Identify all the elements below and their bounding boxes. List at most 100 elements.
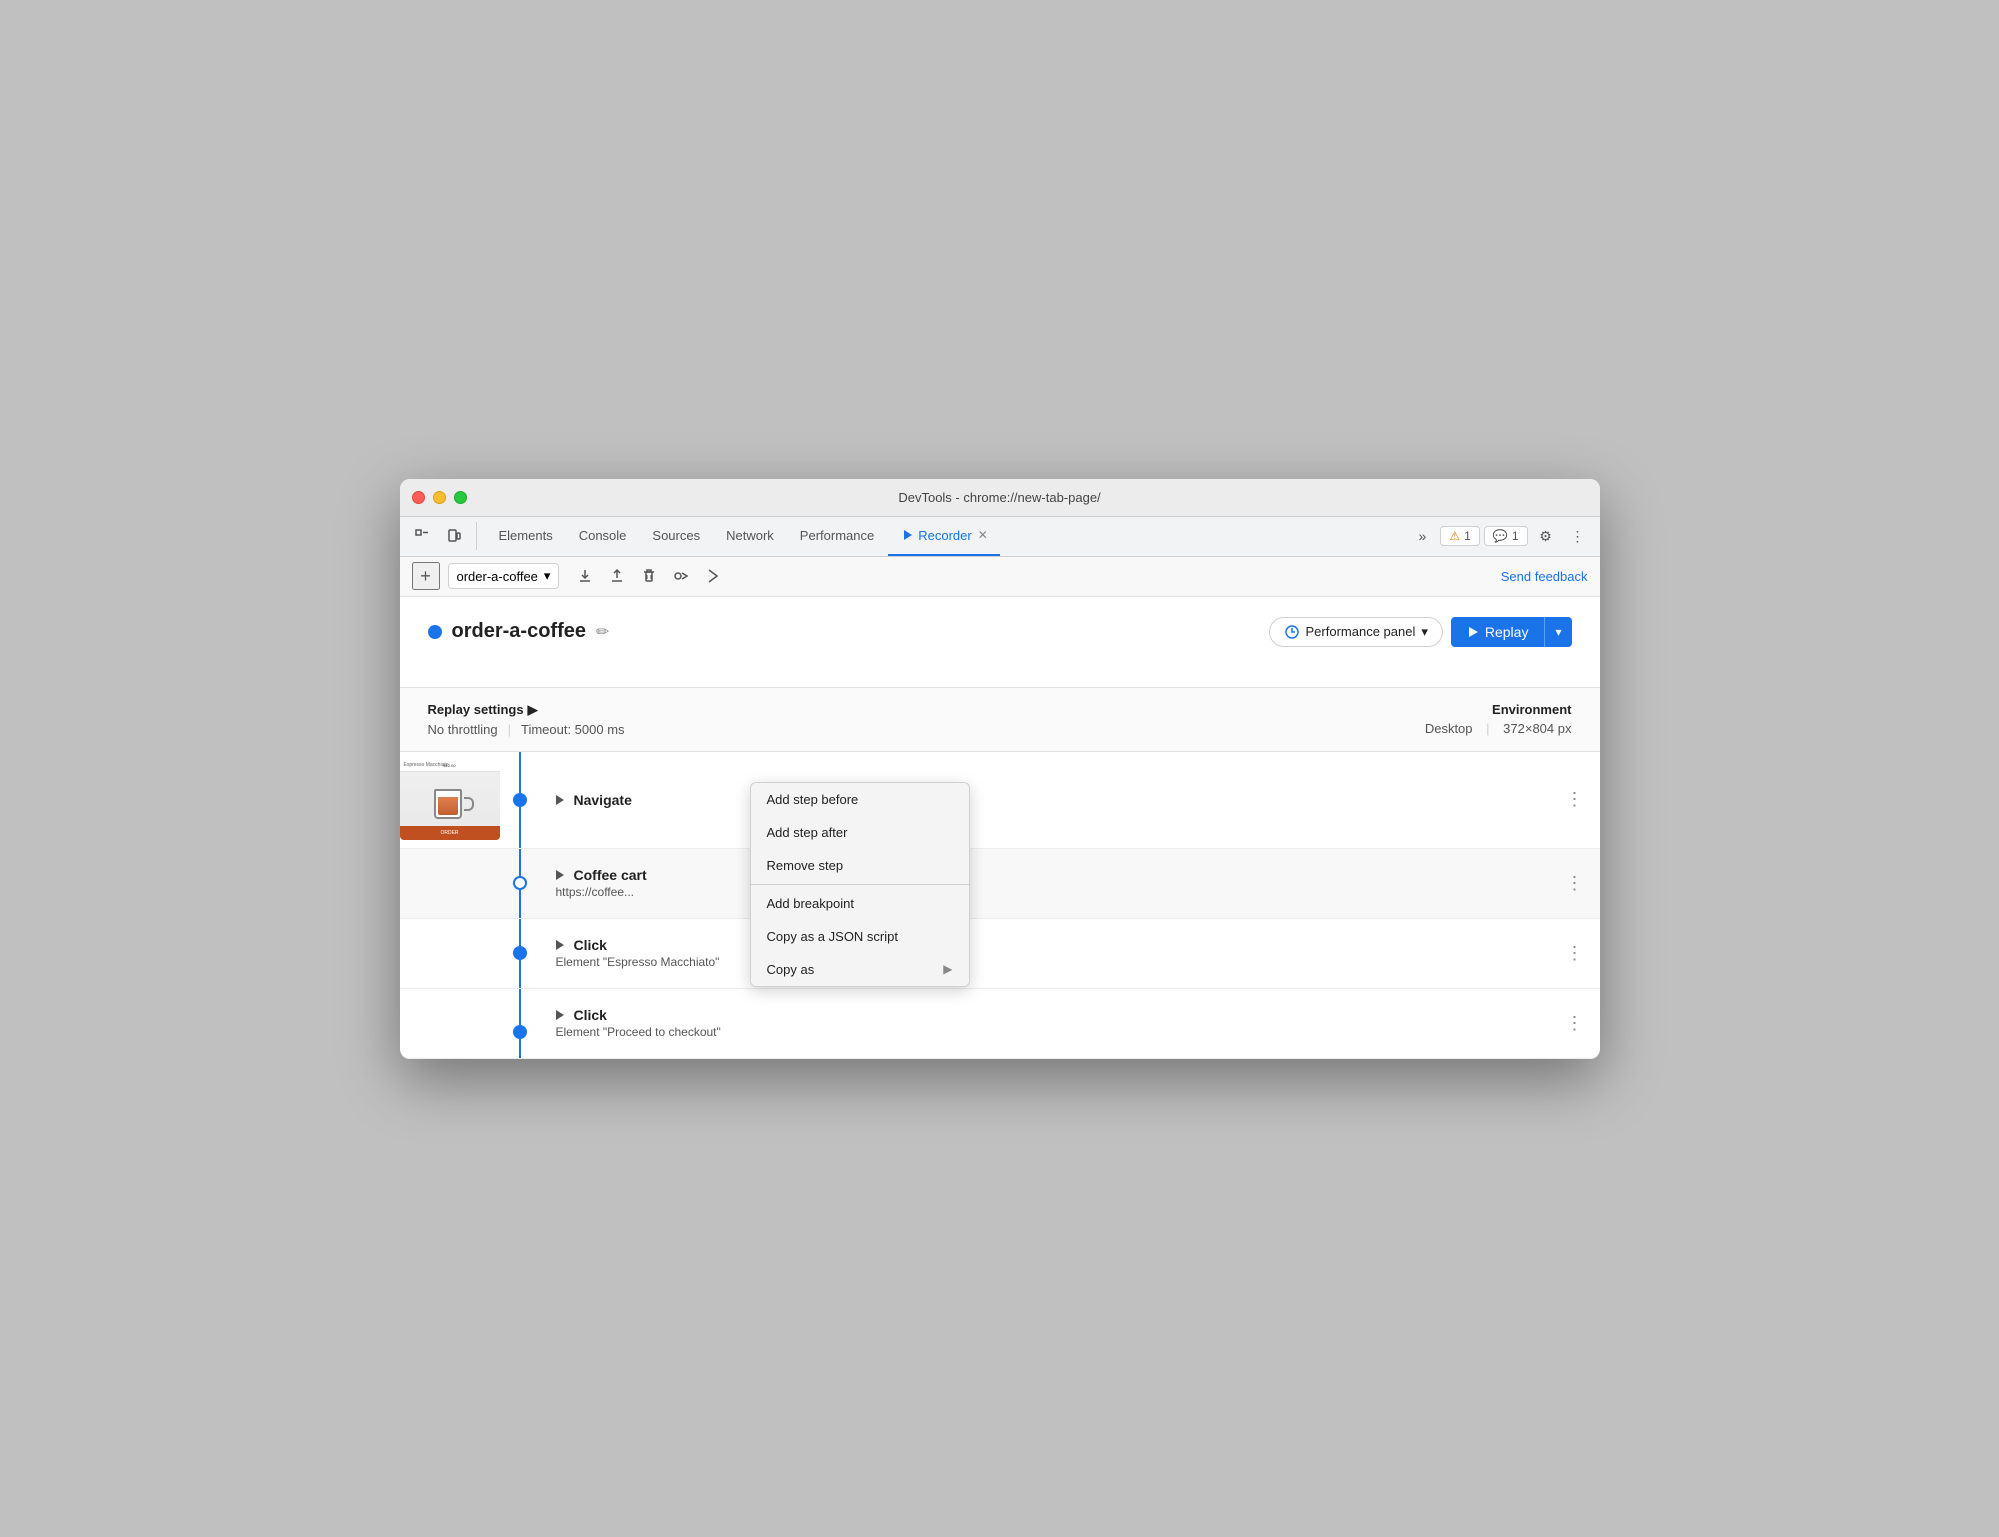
settings-arrow-icon: ▶ [528,702,538,718]
add-recording-button[interactable]: + [412,562,440,590]
recorder-toolbar: + order-a-coffee ▾ [400,557,1600,597]
replay-btn-group: Replay ▾ [1451,617,1572,647]
coffee-cart-dot [513,876,527,890]
click-checkout-spacer [400,989,500,1058]
navigate-thumbnail: Espresso Macchiato $12.00 ORDER [400,760,500,840]
ctx-sep-1 [751,884,969,885]
click-checkout-more-button[interactable]: ⋮ [1550,989,1600,1058]
info-icon: 💬 [1493,529,1508,543]
delete-icon[interactable] [635,562,663,590]
import-icon[interactable] [603,562,631,590]
export-icon[interactable] [571,562,599,590]
navigate-step-name[interactable]: Navigate [556,792,1534,808]
tab-performance[interactable]: Performance [788,516,886,556]
navigate-more-button[interactable]: ⋮ [1550,752,1600,848]
coffee-cart-spacer [400,849,500,918]
maximize-button[interactable] [454,491,467,504]
more-options-icon[interactable]: ⋮ [1564,522,1592,550]
replay-button[interactable]: Replay [1451,617,1545,647]
env-values: Desktop | 372×804 px [1425,721,1572,736]
tab-recorder[interactable]: Recorder ✕ [888,516,1000,556]
recording-actions: Performance panel ▾ Replay ▾ [1269,617,1572,647]
recording-status-indicator [428,625,442,639]
send-feedback-link[interactable]: Send feedback [1501,569,1588,584]
click-espresso-detail: Element "Espresso Macchiato" [556,955,1534,969]
edit-title-icon[interactable]: ✏ [596,622,609,642]
ctx-add-before[interactable]: Add step before [751,783,969,816]
performance-panel-button[interactable]: Performance panel ▾ [1269,617,1443,647]
settings-separator: | [508,722,511,737]
environment-settings: Environment Desktop | 372×804 px [1425,702,1572,737]
close-button[interactable] [412,491,425,504]
step-click-espresso: Click Element "Espresso Macchiato" ⋮ [400,919,1600,989]
tab-elements[interactable]: Elements [487,516,565,556]
device-toolbar-icon[interactable] [440,522,468,550]
tab-network[interactable]: Network [714,516,786,556]
step-click-checkout: Click Element "Proceed to checkout" ⋮ [400,989,1600,1059]
ctx-add-after[interactable]: Add step after [751,816,969,849]
replay-settings: Replay settings ▶ No throttling | Timeou… [428,702,1425,737]
coffee-cart-timeline [500,849,540,918]
click-espresso-name[interactable]: Click [556,937,1534,953]
click-checkout-timeline [500,989,540,1058]
tl-line-bottom [519,960,521,988]
ctx-copy-as[interactable]: Copy as ▶ Copy as a @puppeteer/replay sc… [751,953,969,986]
replay-recording-icon[interactable] [699,562,727,590]
coffee-cart-more-button[interactable]: ⋮ [1550,849,1600,918]
click-espresso-content: Click Element "Espresso Macchiato" [540,919,1550,988]
more-tabs-icon[interactable]: » [1408,522,1436,550]
tabs-more-area: » ⚠ 1 💬 1 ⚙ ⋮ [1408,522,1591,550]
thumb-body: $12.00 [400,772,500,826]
settings-icon[interactable]: ⚙ [1532,522,1560,550]
click-espresso-spacer [400,919,500,988]
submenu-arrow-icon: ▶ [943,962,952,976]
click-espresso-more-button[interactable]: ⋮ [1550,919,1600,988]
click-checkout-expand-icon [556,1010,564,1020]
timeline-line-top [519,752,521,793]
click-checkout-name[interactable]: Click [556,1007,1534,1023]
tab-console[interactable]: Console [567,516,639,556]
devtools-tabs-bar: Elements Console Sources Network Perform… [400,517,1600,557]
tl-line-top [519,989,521,1026]
step-navigate: Espresso Macchiato $12.00 ORDER [400,752,1600,849]
replay-dropdown-button[interactable]: ▾ [1544,617,1571,647]
click-checkout-dot [513,1025,527,1039]
click-espresso-dot [513,946,527,960]
performance-icon [1284,624,1300,640]
navigate-timeline [500,752,540,848]
settings-values: No throttling | Timeout: 5000 ms [428,722,1425,737]
tl-line-bottom [519,890,521,918]
replay-settings-title[interactable]: Replay settings ▶ [428,702,1425,718]
coffee-cart-name[interactable]: Coffee cart [556,867,1534,883]
recorder-tab-close[interactable]: ✕ [978,528,988,542]
tab-sources[interactable]: Sources [640,516,712,556]
tl-line-top [519,849,521,877]
click-espresso-timeline [500,919,540,988]
start-recording-icon[interactable] [667,562,695,590]
chevron-down-icon: ▾ [544,568,551,584]
tab-icons-group [408,522,477,550]
tl-line-top [519,919,521,947]
recorder-icon [900,528,914,542]
cup-liquid [438,797,458,815]
play-icon [1467,626,1479,638]
recording-selector[interactable]: order-a-coffee ▾ [448,563,560,589]
info-badge[interactable]: 💬 1 [1484,526,1528,546]
navigate-context-menu: Add step before Add step after Remove st… [750,782,970,987]
minimize-button[interactable] [433,491,446,504]
env-separator: | [1486,721,1489,736]
ctx-copy-json[interactable]: Copy as a JSON script [751,920,969,953]
ctx-remove-step[interactable]: Remove step [751,849,969,882]
thumb-footer-label: ORDER [440,830,458,836]
cup-body [434,789,462,819]
ctx-add-breakpoint[interactable]: Add breakpoint [751,887,969,920]
click-checkout-detail: Element "Proceed to checkout" [556,1025,1534,1039]
click-checkout-content: Click Element "Proceed to checkout" [540,989,1550,1058]
settings-bar: Replay settings ▶ No throttling | Timeou… [400,687,1600,752]
coffee-cart-expand-icon [556,870,564,880]
navigate-dot [513,793,527,807]
steps-area: Espresso Macchiato $12.00 ORDER [400,752,1600,1059]
warning-badge[interactable]: ⚠ 1 [1440,526,1479,546]
inspect-icon[interactable] [408,522,436,550]
devtools-window: DevTools - chrome://new-tab-page/ Elemen… [400,479,1600,1059]
